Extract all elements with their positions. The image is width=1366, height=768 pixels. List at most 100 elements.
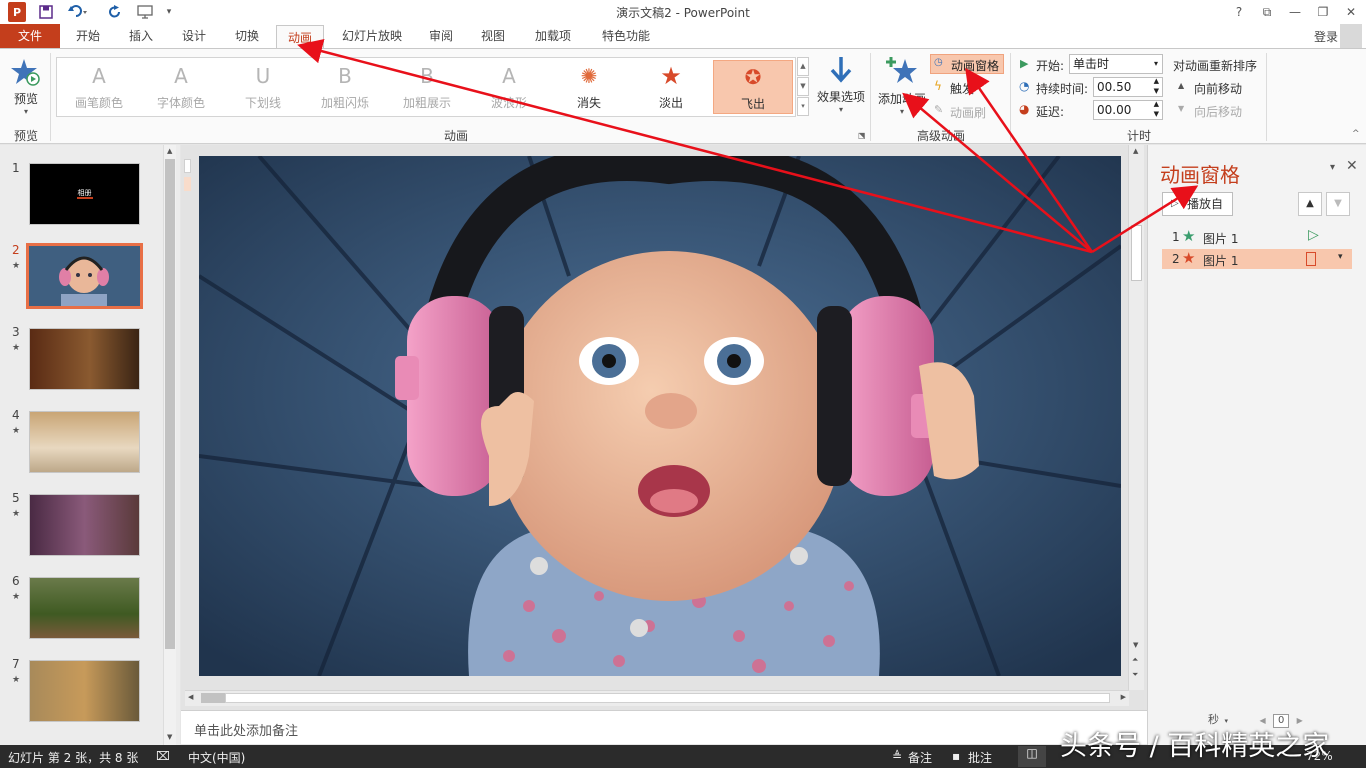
start-select[interactable]: 单击时 ▾ xyxy=(1069,54,1163,74)
pane-options-chevron-down-icon[interactable]: ▾ xyxy=(1330,162,1335,173)
minimize-button[interactable]: — xyxy=(1282,2,1308,22)
vertical-scroll-thumb[interactable] xyxy=(1131,225,1142,281)
disappear-icon: ✺ xyxy=(580,64,598,88)
comments-icon[interactable]: ▪ xyxy=(952,749,960,763)
animation-painter-button[interactable]: ✎ 动画刷 xyxy=(934,103,1002,121)
animation-brush-color[interactable]: A 画笔颜色 xyxy=(59,60,139,114)
tab-design[interactable]: 设计 xyxy=(170,24,218,48)
scroll-right-arrow[interactable]: ▶ xyxy=(1121,693,1126,701)
language-indicator[interactable]: 中文(中国) xyxy=(188,749,245,766)
tab-home[interactable]: 开始 xyxy=(64,24,112,48)
trigger-button[interactable]: ϟ 触发 ▾ xyxy=(934,79,1002,97)
animation-disappear[interactable]: ✺ 消失 xyxy=(549,60,629,114)
close-button[interactable]: ✕ xyxy=(1338,2,1364,22)
slide-thumbnail-7[interactable] xyxy=(29,660,140,722)
move-earlier-button[interactable]: ▲ 向前移动 xyxy=(1178,79,1268,97)
fly-out-icon: ✪ xyxy=(744,65,762,89)
avatar[interactable] xyxy=(1340,24,1362,48)
item-dropdown-chevron-down-icon[interactable]: ▾ xyxy=(1338,252,1343,262)
scroll-up-arrow[interactable]: ▲ xyxy=(167,147,172,155)
tab-view[interactable]: 视图 xyxy=(470,24,516,48)
delay-stepper[interactable]: 00.00 ▲ ▼ xyxy=(1093,100,1163,120)
notes-pane[interactable]: 单击此处添加备注 xyxy=(181,710,1147,744)
gallery-scroll-up[interactable]: ▲ xyxy=(797,57,809,76)
slide-canvas[interactable] xyxy=(199,156,1121,676)
duration-stepper[interactable]: 00.50 ▲ ▼ xyxy=(1093,77,1163,97)
baby-with-headphones-image[interactable] xyxy=(199,156,1121,676)
horizontal-scroll-thumb[interactable] xyxy=(201,693,225,703)
comments-toggle[interactable]: 批注 xyxy=(968,749,992,766)
gallery-more[interactable]: ▾ xyxy=(797,97,809,116)
gallery-scroll-down[interactable]: ▼ xyxy=(797,77,809,96)
tab-animations[interactable]: 动画 xyxy=(276,25,324,49)
tab-insert[interactable]: 插入 xyxy=(118,24,164,48)
collapse-ribbon-icon[interactable]: ^ xyxy=(1352,129,1360,139)
spell-check-icon[interactable]: ⌧ xyxy=(156,749,170,763)
tab-transitions[interactable]: 切换 xyxy=(224,24,270,48)
animation-star-icon: ★ xyxy=(12,426,21,436)
animation-item-selected[interactable]: 2 ★ 图片 1 ▾ xyxy=(1162,249,1352,269)
thumb-number: 4 xyxy=(12,408,20,422)
animation-fly-out[interactable]: ✪ 飞出 xyxy=(713,60,793,114)
add-animation-star-icon xyxy=(886,57,917,83)
animation-dialog-launcher-icon[interactable]: ⬔ xyxy=(858,131,866,140)
play-from-button[interactable]: ▷ 播放自 xyxy=(1162,192,1233,216)
animation-item[interactable]: 1 ★ 图片 1 ▷ xyxy=(1162,227,1352,247)
add-animation-button[interactable]: 添加动画 ▾ xyxy=(876,55,928,121)
notes-toggle[interactable]: 备注 xyxy=(908,749,932,766)
thumbnail-scrollbar[interactable]: ▲ ▼ xyxy=(163,145,176,745)
next-slide-icon[interactable]: ⏷ xyxy=(1132,670,1138,680)
animation-wave[interactable]: A 波浪形 xyxy=(469,60,549,114)
help-button[interactable]: ? xyxy=(1226,2,1252,22)
previous-slide-icon[interactable]: ⏶ xyxy=(1132,655,1138,665)
notes-placeholder[interactable]: 单击此处添加备注 xyxy=(194,720,298,739)
slide-thumbnail-5[interactable] xyxy=(29,494,140,556)
animation-pane-button[interactable]: ◷ 动画窗格 xyxy=(930,54,1004,74)
group-label-animation: 动画 xyxy=(443,129,468,143)
tab-special-features[interactable]: 特色功能 xyxy=(590,24,662,48)
slide-thumbnail-3[interactable] xyxy=(29,328,140,390)
notes-toggle-icon[interactable]: ≜ xyxy=(892,749,902,763)
maximize-button[interactable]: ❐ xyxy=(1310,2,1336,22)
animation-underline[interactable]: U 下划线 xyxy=(223,60,303,114)
slide-horizontal-scrollbar[interactable]: ◀ ▶ xyxy=(185,690,1129,706)
scroll-up-arrow[interactable]: ▲ xyxy=(1133,147,1138,155)
move-up-arrow-icon[interactable]: ▲ xyxy=(1298,192,1322,216)
scroll-down-arrow[interactable]: ▼ xyxy=(167,733,172,741)
slide-thumbnail-4[interactable] xyxy=(29,411,140,473)
slide-thumbnail-2[interactable] xyxy=(26,243,143,309)
thumb-number: 3 xyxy=(12,325,20,339)
normal-view-icon[interactable]: ◫ xyxy=(1018,746,1046,767)
scroll-left-arrow[interactable]: ◀ xyxy=(188,693,193,701)
add-animation-chevron-down-icon: ▾ xyxy=(899,107,904,116)
thumbnail-scroll-thumb[interactable] xyxy=(165,159,175,649)
animation-star-icon: ★ xyxy=(12,675,21,685)
animation-bold-flash[interactable]: B 加粗闪烁 xyxy=(305,60,385,114)
slide-thumbnail-1[interactable]: 相册 xyxy=(29,163,140,225)
group-label-advanced-animation: 高级动画 xyxy=(916,129,965,143)
move-later-button[interactable]: ▼ 向后移动 xyxy=(1178,102,1268,120)
ribbon-display-options-button[interactable]: ⧉ xyxy=(1254,2,1280,22)
tab-file[interactable]: 文件 xyxy=(0,24,60,48)
animation-bold-reveal[interactable]: B 加粗展示 xyxy=(387,60,467,114)
move-down-arrow-icon[interactable]: ▼ xyxy=(1326,192,1350,216)
exit-star-icon: ★ xyxy=(1182,249,1196,267)
tab-review[interactable]: 审阅 xyxy=(418,24,464,48)
preview-button[interactable]: 预览 ▾ xyxy=(4,55,48,121)
animation-fade-out[interactable]: ★ 淡出 xyxy=(631,60,711,114)
divider xyxy=(1266,53,1267,141)
animation-font-color[interactable]: A 字体颜色 xyxy=(141,60,221,114)
start-label: 开始: xyxy=(1036,59,1065,73)
ribbon-animations: 预览 ▾ 预览 A 画笔颜色 A 字体颜色 U 下划线 B 加粗闪烁 B 加粗展示 A 波浪… xyxy=(0,48,1366,144)
effect-options-button[interactable]: 效果选项 ▾ xyxy=(814,55,868,121)
sign-in-link[interactable]: 登录 xyxy=(1314,28,1338,45)
animation-pane-icon: ◷ xyxy=(934,57,943,68)
slide-thumbnail-6[interactable] xyxy=(29,577,140,639)
tab-addins[interactable]: 加载项 xyxy=(522,24,584,48)
pane-close-icon[interactable]: ✕ xyxy=(1346,158,1358,174)
slide-vertical-scrollbar[interactable]: ▲ ▼ ⏶ ⏷ xyxy=(1128,145,1144,690)
tab-slideshow[interactable]: 幻灯片放映 xyxy=(332,24,412,48)
horizontal-scroll-track[interactable] xyxy=(225,693,1110,703)
scroll-down-arrow[interactable]: ▼ xyxy=(1133,641,1138,649)
painter-brush-icon: ✎ xyxy=(934,103,944,116)
